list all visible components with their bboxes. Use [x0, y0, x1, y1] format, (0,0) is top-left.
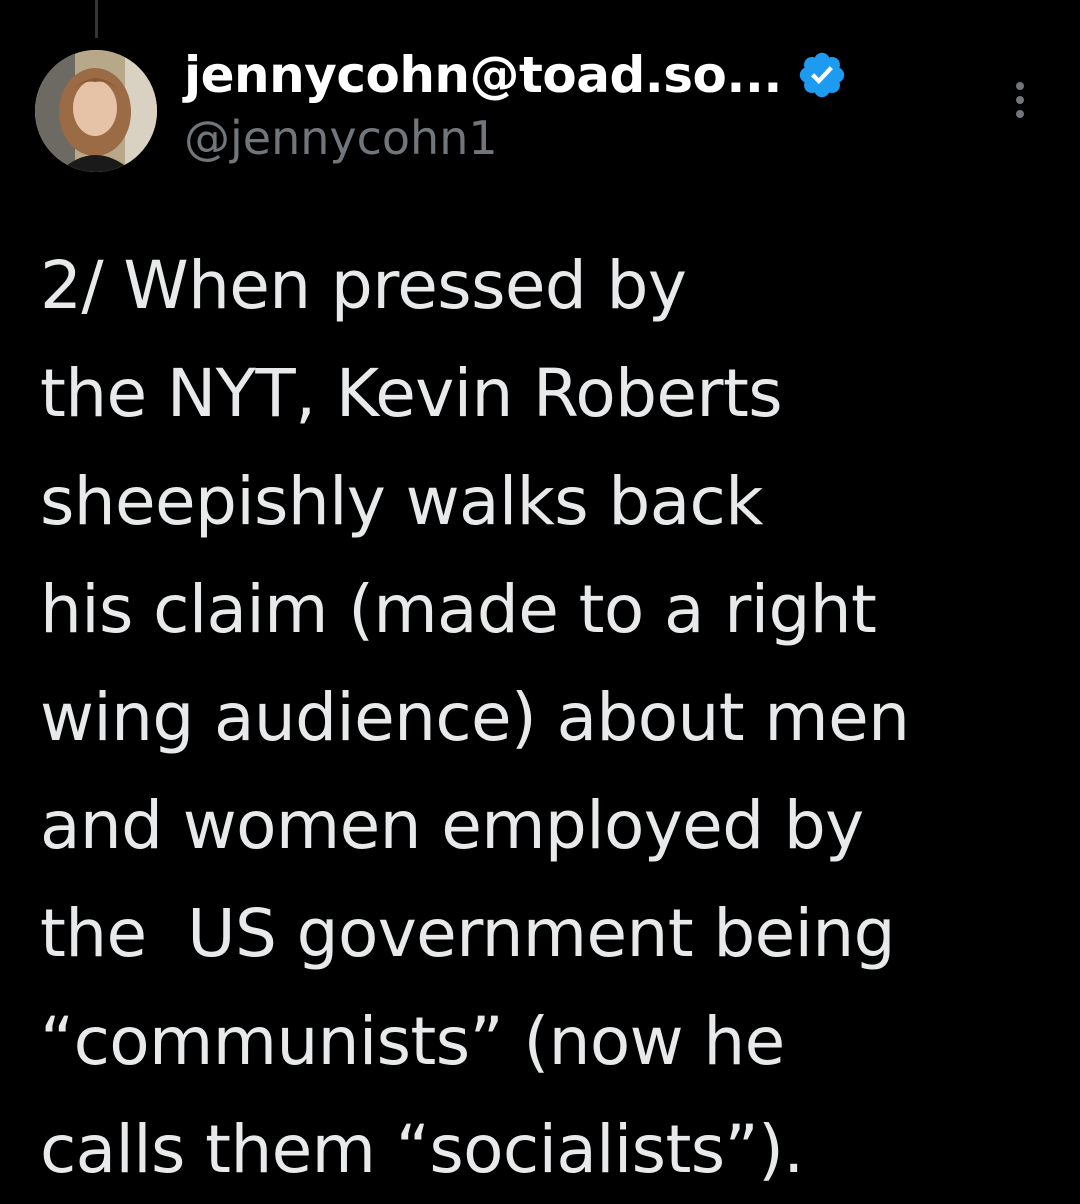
author-handle[interactable]: @jennycohn1	[184, 110, 1004, 166]
tweet-text: 2/ When pressed by the NYT, Kevin Robert…	[40, 232, 1050, 1204]
more-vertical-icon	[1016, 82, 1024, 118]
tweet-text-line: the US government being	[40, 895, 896, 972]
tweet-text-line: the NYT, Kevin Roberts	[40, 355, 783, 432]
tweet-text-line: “communists” (now he	[40, 1003, 785, 1080]
more-options-button[interactable]	[1002, 78, 1038, 122]
tweet-text-line: calls them “socialists”).	[40, 1111, 804, 1188]
tweet-text-line: and women employed by	[40, 787, 864, 864]
tweet-text-line: his claim (made to a right	[40, 571, 877, 648]
author-display-name[interactable]: jennycohn@toad.so...	[184, 46, 782, 104]
tweet-text-line: sheepishly walks back	[40, 463, 763, 540]
avatar[interactable]	[35, 50, 157, 172]
avatar-image	[35, 50, 157, 172]
tweet-text-line: 2/ When pressed by	[40, 247, 687, 324]
verified-badge-icon	[799, 52, 845, 98]
thread-connector-line	[95, 0, 98, 38]
author-name-row: jennycohn@toad.so...	[184, 38, 1004, 112]
tweet-text-line: wing audience) about men	[40, 679, 910, 756]
tweet-header: jennycohn@toad.so... @jennycohn1	[184, 38, 1004, 166]
